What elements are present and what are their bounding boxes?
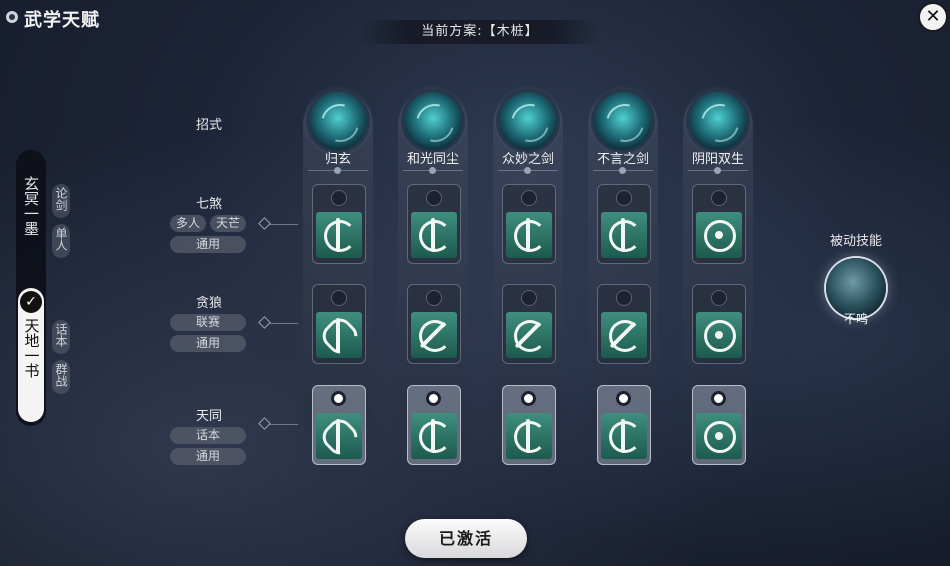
talent-card[interactable] <box>407 284 461 364</box>
skill-zhongmiaozhijian-icon[interactable] <box>499 92 557 150</box>
side-tab-strip: 玄冥一墨 ✓ 天地一书 <box>16 150 46 426</box>
row-mode: 通用 <box>170 335 246 352</box>
tag-lunjian: 论剑 <box>52 184 70 218</box>
activated-button[interactable]: 已激活 <box>405 519 527 558</box>
tag-huaben: 话本 <box>52 320 70 354</box>
skill-buyanzhijian-icon[interactable] <box>594 92 652 150</box>
talent-card[interactable] <box>312 284 366 364</box>
row-mode: 通用 <box>170 236 246 253</box>
row-tag: 联赛 <box>170 314 246 331</box>
talent-card[interactable] <box>502 284 556 364</box>
skill-name: 归玄 <box>324 152 351 167</box>
radio[interactable] <box>616 290 632 306</box>
radio-selected[interactable] <box>616 391 631 406</box>
passive-skill-icon[interactable] <box>826 258 886 318</box>
cross-sword-emblem-icon <box>411 312 457 358</box>
current-plan-label: 当前方案:【木桩】 <box>360 20 600 44</box>
radio[interactable] <box>331 290 347 306</box>
radio[interactable] <box>331 190 347 206</box>
row-tag: 话本 <box>170 427 246 444</box>
divider <box>593 166 653 176</box>
row-header-moves: 招式 <box>195 118 222 133</box>
divider <box>498 166 558 176</box>
sword-emblem-icon <box>601 212 647 258</box>
close-icon: ✕ <box>925 6 941 27</box>
skill-name: 和光同尘 <box>406 152 459 167</box>
sword-emblem-icon <box>601 413 647 459</box>
skill-guixuan-icon[interactable] <box>309 92 367 150</box>
divider <box>688 166 748 176</box>
row-connector <box>258 316 298 329</box>
radio-selected[interactable] <box>331 391 346 406</box>
yinyang-emblem-icon <box>696 413 742 459</box>
yinyang-emblem-icon <box>696 212 742 258</box>
side-tab-label: 天地一书 <box>22 318 41 378</box>
skill-name: 不言之剑 <box>596 152 649 167</box>
sword-emblem-icon <box>506 212 552 258</box>
talent-card[interactable] <box>312 184 366 264</box>
check-icon: ✓ <box>20 291 42 313</box>
sword-emblem-icon <box>411 413 457 459</box>
sword-emblem-icon <box>316 212 362 258</box>
row-mode: 通用 <box>170 448 246 465</box>
radio[interactable] <box>426 290 442 306</box>
divider <box>308 166 368 176</box>
row-label-tiantong: 天同 <box>195 409 222 424</box>
talent-card-active[interactable] <box>597 385 651 465</box>
page-title: 武学天赋 <box>24 10 100 31</box>
talent-card-active[interactable] <box>407 385 461 465</box>
radio[interactable] <box>521 290 537 306</box>
sword-emblem-icon <box>506 413 552 459</box>
radio[interactable] <box>521 190 537 206</box>
background <box>0 0 950 566</box>
talent-card-active[interactable] <box>312 385 366 465</box>
skill-name: 众妙之剑 <box>501 152 554 167</box>
row-label-qisha: 七煞 <box>195 197 222 212</box>
talent-card[interactable] <box>597 284 651 364</box>
tag-danren: 单人 <box>52 224 70 258</box>
cross-sword-emblem-icon <box>601 312 647 358</box>
row-label-tanlang: 贪狼 <box>195 296 222 311</box>
row-connector <box>258 217 298 230</box>
radio[interactable] <box>711 190 727 206</box>
skill-yinyangshuangsheng-icon[interactable] <box>689 92 747 150</box>
talent-card[interactable] <box>597 184 651 264</box>
close-button[interactable]: ✕ <box>918 2 948 32</box>
side-tab-tiandi[interactable]: ✓ 天地一书 <box>18 288 44 422</box>
skill-heguangtongchen-icon[interactable] <box>404 92 462 150</box>
talent-card[interactable] <box>407 184 461 264</box>
passive-skill-name: 不鸣 <box>843 312 868 326</box>
radio-selected[interactable] <box>711 391 726 406</box>
side-tab-label: 玄冥一墨 <box>22 176 40 236</box>
tag-qunzhan: 群战 <box>52 360 70 394</box>
title-gear-icon <box>6 11 18 23</box>
wheel-emblem-icon <box>696 312 742 358</box>
talent-card[interactable] <box>502 184 556 264</box>
skill-name: 阴阳双生 <box>691 152 744 167</box>
passive-skill-title: 被动技能 <box>829 234 882 249</box>
radio[interactable] <box>426 190 442 206</box>
talent-card-active[interactable] <box>692 385 746 465</box>
radio-selected[interactable] <box>521 391 536 406</box>
wind-emblem-icon <box>316 312 363 359</box>
leaf-emblem-icon <box>316 413 363 460</box>
row-connector <box>258 417 298 430</box>
cross-sword-emblem-icon <box>506 312 552 358</box>
talent-card[interactable] <box>692 184 746 264</box>
talent-card[interactable] <box>692 284 746 364</box>
talent-card-active[interactable] <box>502 385 556 465</box>
row-tag: 多人 <box>170 215 206 232</box>
side-tab-xuanming[interactable]: 玄冥一墨 <box>16 176 46 242</box>
divider <box>403 166 463 176</box>
row-tag: 天芒 <box>210 215 246 232</box>
radio-selected[interactable] <box>426 391 441 406</box>
radio[interactable] <box>711 290 727 306</box>
radio[interactable] <box>616 190 632 206</box>
sword-emblem-icon <box>411 212 457 258</box>
